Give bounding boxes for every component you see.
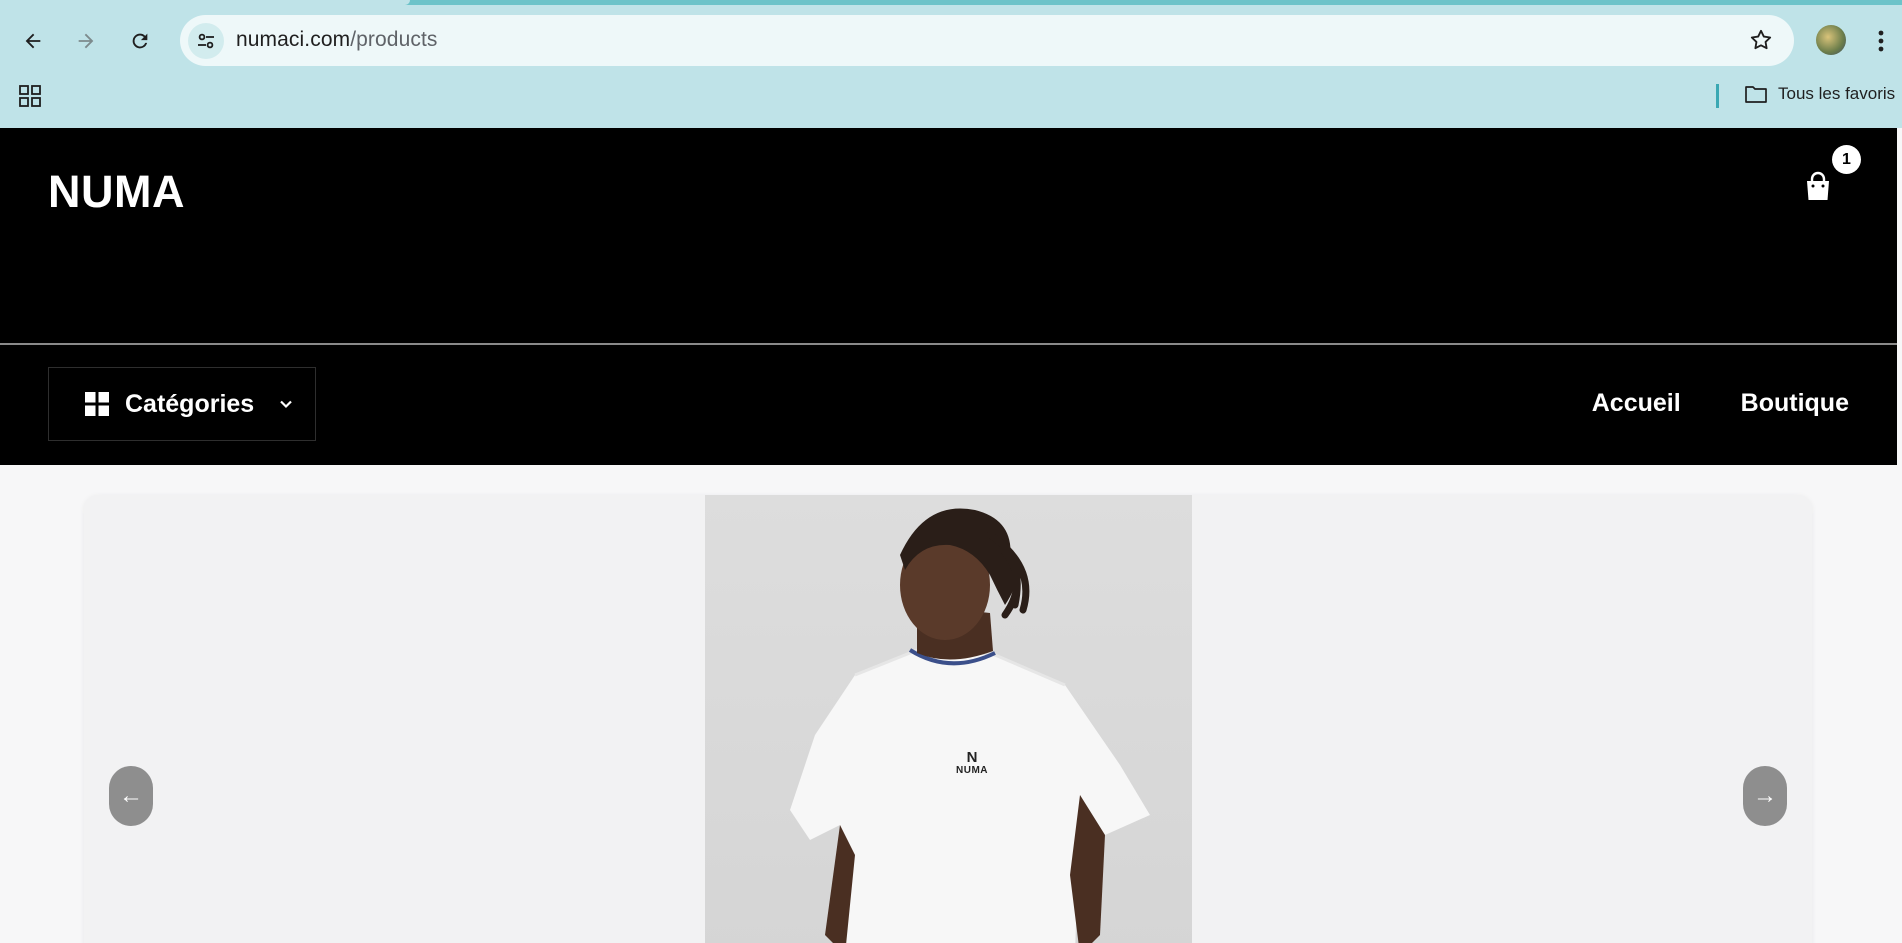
carousel-prev-button[interactable]: ← <box>109 766 153 826</box>
reload-button[interactable] <box>123 24 157 58</box>
cart-count-badge: 1 <box>1832 145 1861 174</box>
forward-button[interactable] <box>69 24 103 58</box>
nav-link-boutique[interactable]: Boutique <box>1741 389 1849 418</box>
browser-chrome: numaci.com/products Tous les favoris <box>0 0 1902 128</box>
site-info-button[interactable] <box>188 23 224 59</box>
tune-icon <box>198 33 214 49</box>
shirt-logo: N NUMA <box>952 749 992 776</box>
star-icon <box>1750 29 1772 50</box>
main-nav: Catégories Accueil Boutique <box>0 345 1897 465</box>
nav-link-accueil[interactable]: Accueil <box>1592 389 1681 418</box>
apps-button[interactable] <box>19 85 41 112</box>
categories-label: Catégories <box>125 389 255 418</box>
site-header: NUMA 1 <box>0 128 1897 344</box>
folder-icon <box>1745 86 1767 103</box>
apps-grid-icon <box>19 85 41 107</box>
product-carousel: N NUMA ← → <box>84 495 1812 943</box>
active-tab[interactable] <box>0 0 410 5</box>
shopping-bag-icon <box>1807 171 1829 200</box>
url-text[interactable]: numaci.com/products <box>236 28 437 52</box>
shirt-monogram: N <box>966 749 978 766</box>
categories-dropdown[interactable]: Catégories <box>48 367 316 441</box>
cart-button[interactable] <box>1800 168 1836 204</box>
browser-menu-button[interactable] <box>1876 26 1886 56</box>
product-image[interactable]: N NUMA <box>705 495 1192 943</box>
bookmark-star-button[interactable] <box>1748 27 1774 58</box>
url-path: /products <box>350 28 438 51</box>
url-host: numaci.com <box>236 28 351 51</box>
nav-links: Accueil Boutique <box>1592 389 1849 418</box>
back-button[interactable] <box>16 24 50 58</box>
bookmarks-folder-label: Tous les favoris <box>1778 84 1896 103</box>
more-vert-icon <box>1878 30 1884 52</box>
arrow-right-icon <box>78 33 94 49</box>
tab-strip <box>0 0 1902 5</box>
arrow-left-icon <box>25 33 41 49</box>
bookmarks-separator <box>1716 84 1719 108</box>
site-logo[interactable]: NUMA <box>48 166 185 218</box>
profile-avatar[interactable] <box>1816 25 1846 55</box>
grid-icon <box>85 392 109 416</box>
chevron-down-icon <box>280 400 292 409</box>
carousel-next-button[interactable]: → <box>1743 766 1787 826</box>
model-tshirt-photo <box>790 508 1150 943</box>
shirt-brand: NUMA <box>956 765 988 776</box>
address-bar[interactable]: numaci.com/products <box>180 15 1794 66</box>
bookmarks-folder[interactable]: Tous les favoris <box>1744 84 1895 104</box>
reload-icon <box>132 33 148 49</box>
